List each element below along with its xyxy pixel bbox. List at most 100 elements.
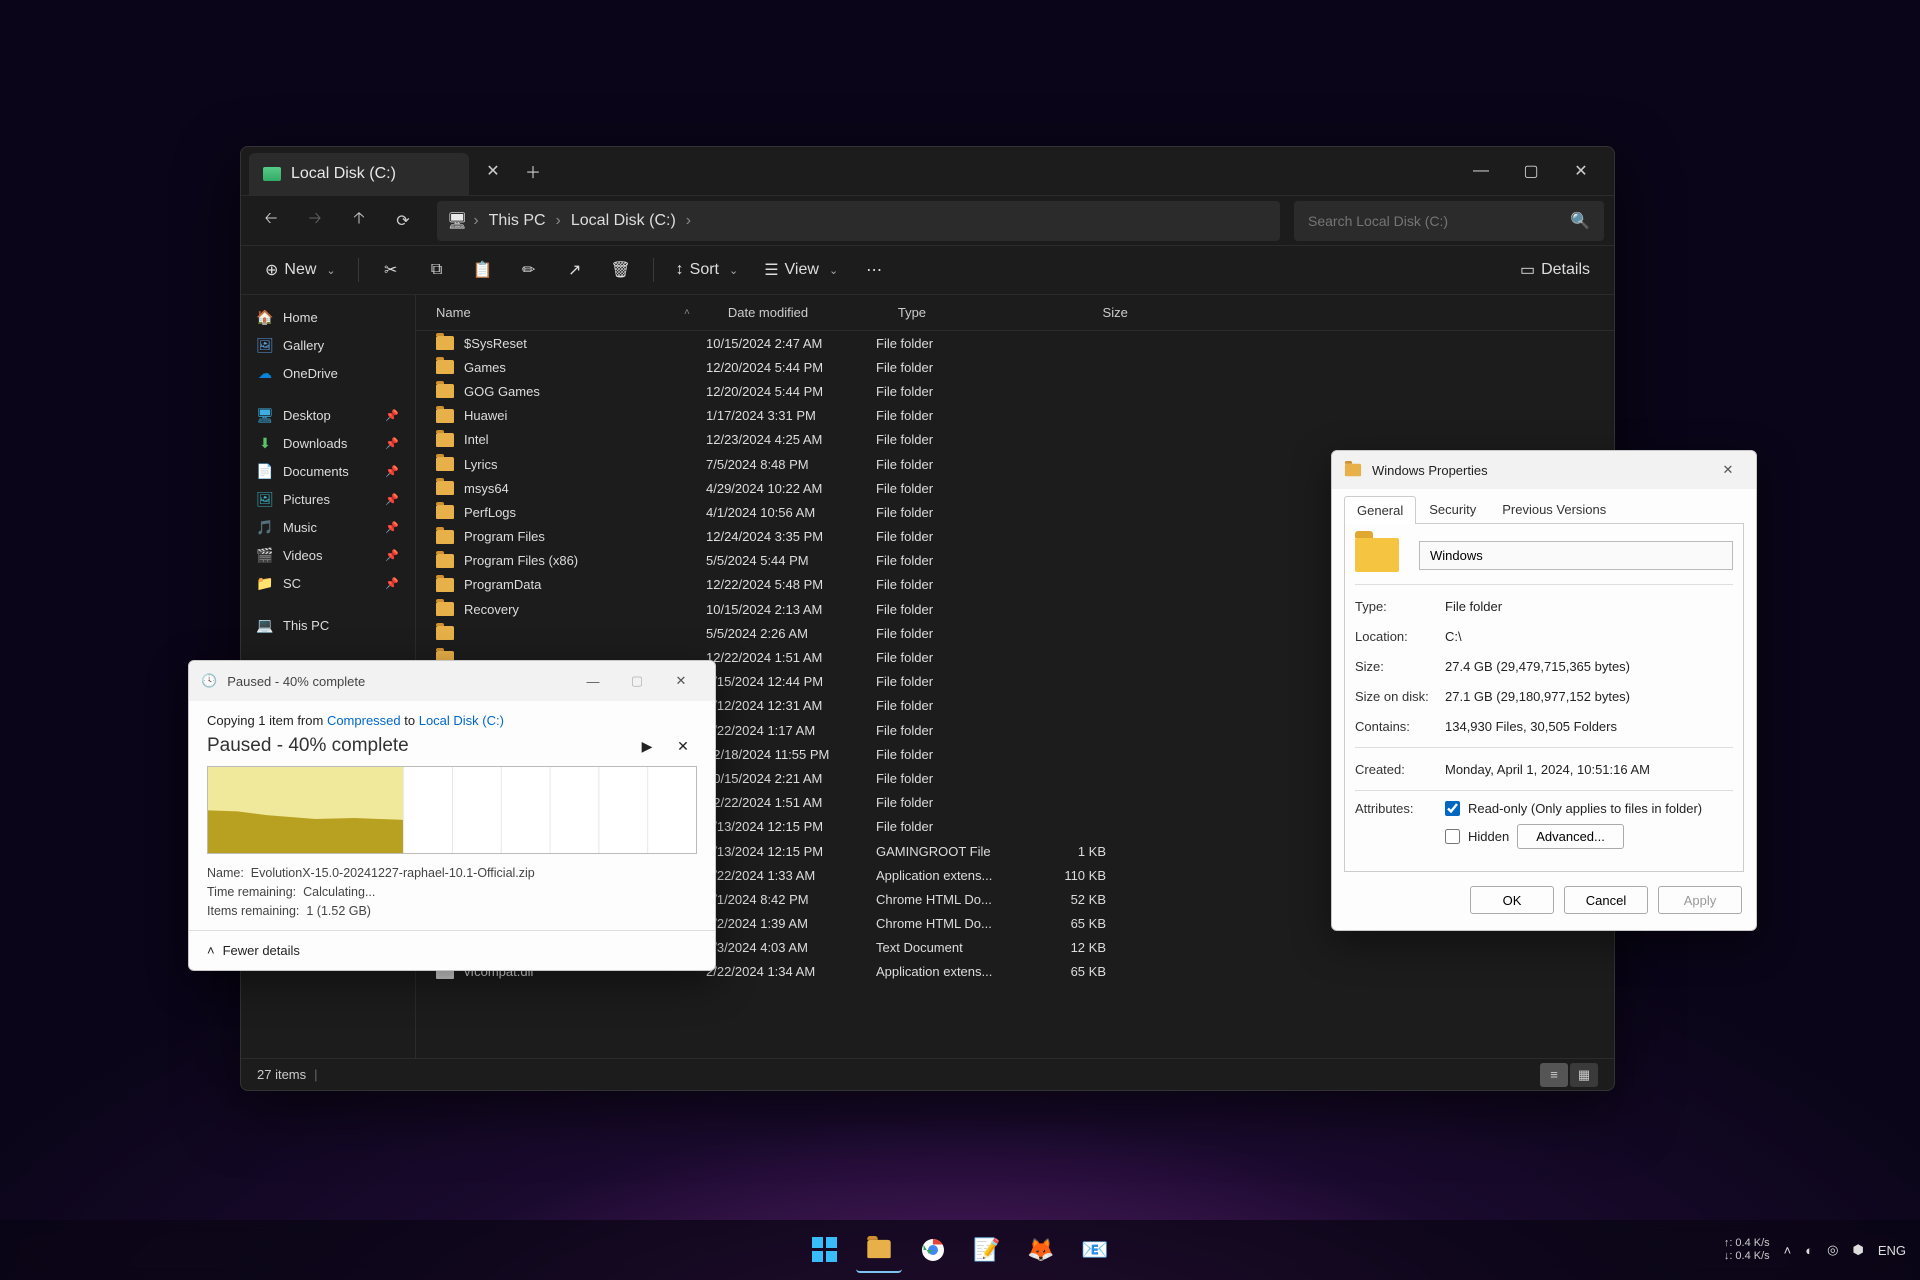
breadcrumb[interactable]: 🖥 › This PC › Local Disk (C:) › bbox=[437, 201, 1280, 241]
sidebar-icon: 🎬 bbox=[257, 547, 273, 563]
sidebar-item[interactable]: 🎬Videos📌 bbox=[247, 541, 409, 569]
advanced-button[interactable]: Advanced... bbox=[1517, 824, 1624, 849]
copy-minimize-button[interactable]: ― bbox=[571, 666, 615, 696]
file-row[interactable]: $SysReset 10/15/2024 2:47 AM File folder bbox=[416, 331, 1614, 355]
tray-app-icon[interactable]: ⬢ bbox=[1852, 1242, 1863, 1258]
cut-button[interactable]: ✂ bbox=[371, 252, 411, 288]
cancel-copy-button[interactable]: ✕ bbox=[669, 732, 697, 760]
file-date: 12/20/2024 5:44 PM bbox=[706, 360, 876, 375]
fewer-details-toggle[interactable]: ˄ Fewer details bbox=[189, 930, 715, 970]
file-type: File folder bbox=[876, 457, 1026, 472]
system-tray: ↑: 0.4 K/s↓: 0.4 K/s ˄ ◐ ◎ ⬢ ENG bbox=[1724, 1237, 1906, 1263]
view-details-toggle[interactable]: ≡ bbox=[1540, 1063, 1568, 1087]
share-button[interactable]: ↗ bbox=[555, 252, 595, 288]
sidebar-item-label: OneDrive bbox=[283, 366, 338, 381]
folder-name-input[interactable] bbox=[1419, 541, 1733, 570]
sidebar-item[interactable]: 🏠Home bbox=[247, 303, 409, 331]
minimize-button[interactable]: ― bbox=[1456, 151, 1506, 191]
col-size-header[interactable]: Size bbox=[1048, 305, 1148, 320]
sidebar-item[interactable]: 🖼Gallery bbox=[247, 331, 409, 359]
tab-security[interactable]: Security bbox=[1416, 495, 1489, 523]
sort-asc-icon: ˄ bbox=[676, 307, 698, 318]
mail-taskbar-icon[interactable]: 📧 bbox=[1072, 1227, 1118, 1273]
back-button[interactable]: 🡠 bbox=[251, 201, 291, 241]
copy-status-text: Paused - 40% complete bbox=[207, 735, 625, 757]
up-button[interactable]: 🡡 bbox=[339, 201, 379, 241]
tab-title: Local Disk (C:) bbox=[291, 165, 396, 183]
tab-general[interactable]: General bbox=[1344, 496, 1416, 524]
tab-close-button[interactable]: ✕ bbox=[477, 155, 509, 187]
sort-button[interactable]: ↕ Sort⌄ bbox=[666, 252, 749, 288]
file-row[interactable]: GOG Games 12/20/2024 5:44 PM File folder bbox=[416, 379, 1614, 403]
file-type: Application extens... bbox=[876, 868, 1026, 883]
sidebar-item[interactable]: 🖼Pictures📌 bbox=[247, 485, 409, 513]
firefox-taskbar-icon[interactable]: 🦊 bbox=[1018, 1227, 1064, 1273]
sidebar-item[interactable]: ☁OneDrive bbox=[247, 359, 409, 387]
tab-add-button[interactable]: ＋ bbox=[517, 155, 549, 187]
sidebar-item[interactable]: 💻This PC bbox=[247, 611, 409, 639]
network-speed: ↑: 0.4 K/s↓: 0.4 K/s bbox=[1724, 1237, 1770, 1263]
readonly-checkbox[interactable] bbox=[1445, 801, 1460, 816]
maximize-button[interactable]: ▢ bbox=[1506, 151, 1556, 191]
file-explorer-taskbar-icon[interactable] bbox=[856, 1227, 902, 1273]
paste-button[interactable]: 📋 bbox=[463, 252, 503, 288]
copy-dest-link[interactable]: Local Disk (C:) bbox=[419, 713, 504, 728]
tray-app-icon[interactable]: ◐ bbox=[1805, 1243, 1813, 1258]
copy-source-link[interactable]: Compressed bbox=[327, 713, 401, 728]
details-pane-button[interactable]: ▭ Details bbox=[1510, 252, 1600, 288]
copy-maximize-button[interactable]: ▢ bbox=[615, 666, 659, 696]
file-date: 1/17/2024 3:31 PM bbox=[706, 408, 876, 423]
new-button[interactable]: ⊕ New⌄ bbox=[255, 252, 346, 288]
cancel-button[interactable]: Cancel bbox=[1564, 886, 1648, 914]
resume-button[interactable]: ▶ bbox=[633, 732, 661, 760]
file-row[interactable]: Intel 12/23/2024 4:25 AM File folder bbox=[416, 428, 1614, 452]
copy-speed-chart bbox=[207, 766, 697, 854]
folder-icon bbox=[436, 481, 454, 495]
notepad-taskbar-icon[interactable]: 📝 bbox=[964, 1227, 1010, 1273]
copy-close-button[interactable]: ✕ bbox=[659, 666, 703, 696]
file-name: PerfLogs bbox=[464, 505, 516, 520]
col-date-header[interactable]: Date modified bbox=[728, 305, 898, 320]
refresh-button[interactable]: ⟳ bbox=[383, 201, 423, 241]
copy-button[interactable]: ⧉ bbox=[417, 252, 457, 288]
search-input[interactable] bbox=[1308, 213, 1570, 229]
delete-button[interactable]: 🗑 bbox=[601, 252, 641, 288]
sidebar-item-label: Desktop bbox=[283, 408, 331, 423]
sidebar-item[interactable]: ⬇Downloads📌 bbox=[247, 429, 409, 457]
rename-button[interactable]: ✏ bbox=[509, 252, 549, 288]
file-row[interactable]: Huawei 1/17/2024 3:31 PM File folder bbox=[416, 404, 1614, 428]
file-row[interactable]: Games 12/20/2024 5:44 PM File folder bbox=[416, 355, 1614, 379]
view-icons-toggle[interactable]: ▦ bbox=[1570, 1063, 1598, 1087]
hidden-checkbox[interactable] bbox=[1445, 829, 1460, 844]
tray-app-icon[interactable]: ◎ bbox=[1827, 1242, 1838, 1258]
breadcrumb-item[interactable]: Local Disk (C:) bbox=[567, 212, 680, 230]
col-type-header[interactable]: Type bbox=[898, 305, 1048, 320]
start-button[interactable] bbox=[802, 1227, 848, 1273]
sidebar-item[interactable]: 📄Documents📌 bbox=[247, 457, 409, 485]
taskbar-center: 📝 🦊 📧 bbox=[802, 1227, 1118, 1273]
sidebar-icon: 🖼 bbox=[257, 491, 273, 507]
file-name: GOG Games bbox=[464, 384, 540, 399]
language-indicator[interactable]: ENG bbox=[1878, 1243, 1906, 1258]
ok-button[interactable]: OK bbox=[1470, 886, 1554, 914]
tray-chevron-icon[interactable]: ˄ bbox=[1784, 1243, 1792, 1258]
col-name-header[interactable]: Name bbox=[416, 305, 706, 320]
window-tab[interactable]: Local Disk (C:) bbox=[249, 153, 469, 195]
tab-previous-versions[interactable]: Previous Versions bbox=[1489, 495, 1619, 523]
sidebar-item[interactable]: 📁SC📌 bbox=[247, 569, 409, 597]
apply-button[interactable]: Apply bbox=[1658, 886, 1742, 914]
props-close-button[interactable]: ✕ bbox=[1712, 462, 1744, 478]
sidebar-item[interactable]: 🎵Music📌 bbox=[247, 513, 409, 541]
close-button[interactable]: ✕ bbox=[1556, 151, 1606, 191]
breadcrumb-item[interactable]: This PC bbox=[485, 212, 550, 230]
view-button[interactable]: ☰ View⌄ bbox=[754, 252, 848, 288]
file-type: File folder bbox=[876, 577, 1026, 592]
chrome-taskbar-icon[interactable] bbox=[910, 1227, 956, 1273]
file-type: File folder bbox=[876, 771, 1026, 786]
pin-icon: 📌 bbox=[385, 493, 399, 506]
forward-button[interactable]: 🡢 bbox=[295, 201, 335, 241]
more-button[interactable]: ⋯ bbox=[854, 252, 894, 288]
file-size: 12 KB bbox=[1026, 940, 1126, 955]
search-box[interactable]: 🔍 bbox=[1294, 201, 1604, 241]
sidebar-item[interactable]: 🖥Desktop📌 bbox=[247, 401, 409, 429]
